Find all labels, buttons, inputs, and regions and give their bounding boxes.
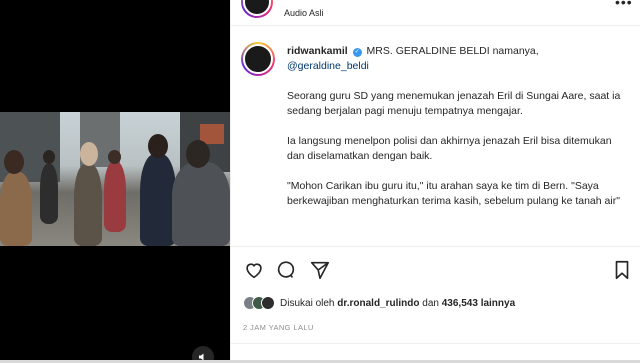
post-timestamp[interactable]: 2 JAM YANG LALU [243, 323, 314, 332]
post-actions: Disukai oleh dr.ronald_rulindo dan 436,5… [231, 246, 640, 360]
video-frame[interactable] [0, 112, 230, 246]
post-sidebar: Audio Asli ••• ridwankamil ✓ MRS. GERALD… [230, 0, 640, 360]
liker-avatar [261, 296, 275, 310]
caption-paragraph-1: Seorang guru SD yang menemukan jenazah E… [287, 90, 621, 117]
author-avatar[interactable] [241, 0, 273, 18]
post-modal: Audio Asli ••• ridwankamil ✓ MRS. GERALD… [0, 0, 640, 360]
post-header: Audio Asli ••• [231, 0, 640, 26]
like-button[interactable] [243, 259, 265, 281]
caption-text: ridwankamil ✓ MRS. GERALDINE BELDI naman… [287, 44, 627, 209]
send-icon [310, 261, 330, 280]
caption-paragraph-3: "Mohon Carikan ibu guru itu," itu arahan… [287, 180, 620, 207]
post-video[interactable] [0, 0, 230, 360]
likes-prefix: Disukai oleh [280, 297, 335, 309]
mention-link[interactable]: @geraldine_beldi [287, 60, 369, 72]
verified-badge-icon: ✓ [352, 48, 362, 57]
share-button[interactable] [309, 259, 331, 281]
likes-summary: Disukai oleh dr.ronald_rulindo dan 436,5… [243, 293, 515, 313]
heart-icon [246, 263, 262, 279]
more-options-icon[interactable]: ••• [615, 0, 632, 10]
speaker-icon [199, 353, 204, 360]
comment-icon [277, 261, 295, 278]
caption-avatar[interactable] [241, 42, 275, 76]
likes-suffix[interactable]: lainnya [481, 298, 515, 309]
liker-username[interactable]: dr.ronald_rulindo [337, 298, 419, 309]
save-button[interactable] [611, 259, 633, 281]
audio-label[interactable]: Audio Asli [284, 8, 324, 18]
mute-button[interactable] [192, 346, 214, 360]
caption-line1: MRS. GERALDINE BELDI namanya, [366, 45, 539, 57]
caption-paragraph-2: Ia langsung menelpon polisi dan akhirnya… [287, 135, 612, 162]
likes-count[interactable]: 436,543 [442, 298, 478, 309]
likes-middle: dan [422, 297, 439, 309]
bookmark-icon [615, 260, 629, 280]
add-comment-area[interactable] [231, 343, 640, 363]
caption-username[interactable]: ridwankamil [287, 45, 348, 57]
comment-button[interactable] [275, 259, 297, 281]
